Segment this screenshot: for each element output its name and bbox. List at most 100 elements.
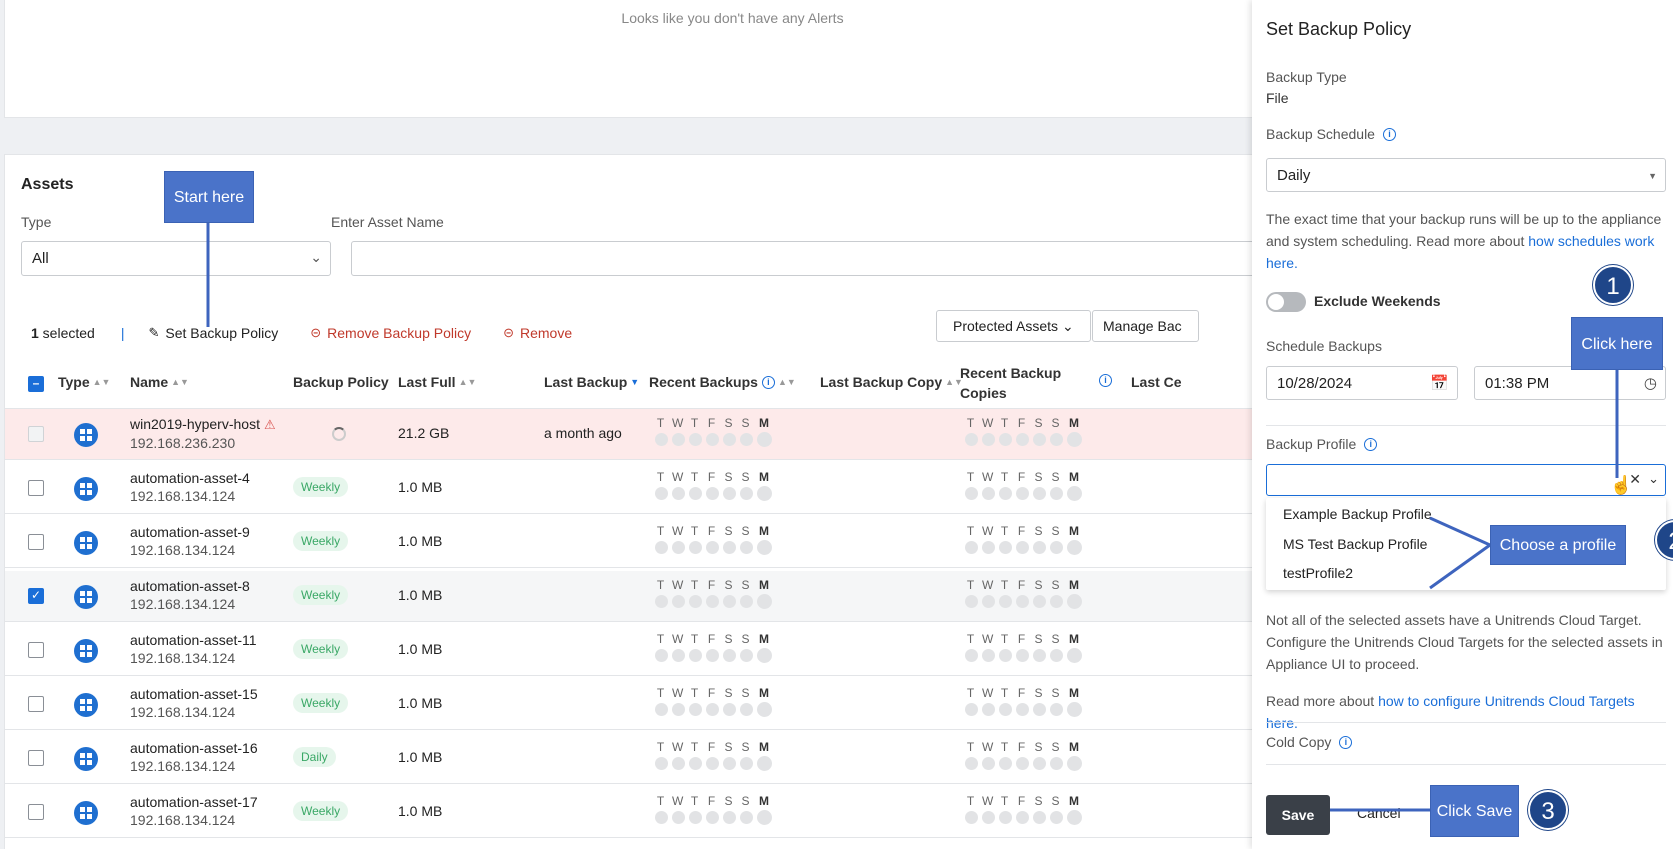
asset-name-cell[interactable]: automation-asset-16 192.168.134.124: [130, 739, 258, 775]
day-letter: T: [690, 524, 699, 538]
day-letter: S: [1034, 632, 1043, 646]
hand-cursor-icon: ☝: [1610, 475, 1633, 495]
day-letter: M: [1069, 470, 1079, 484]
row-checkbox[interactable]: [28, 750, 44, 766]
cancel-button[interactable]: Cancel: [1357, 805, 1401, 821]
day-letter: F: [1017, 740, 1026, 754]
day-letter: F: [1017, 416, 1026, 430]
backup-status-dot: [1033, 811, 1046, 824]
day-letter: M: [1069, 416, 1079, 430]
column-header-last-backup-copy[interactable]: Last Backup Copy ▲▼: [820, 374, 963, 390]
asset-name-cell[interactable]: automation-asset-4 192.168.134.124: [130, 469, 250, 505]
profile-option[interactable]: MS Test Backup Profile: [1283, 536, 1427, 552]
schedule-date-input[interactable]: 10/28/2024 📅: [1266, 366, 1458, 400]
backup-status-dot: [723, 649, 736, 662]
day-letter: S: [724, 686, 733, 700]
row-checkbox[interactable]: [28, 642, 44, 658]
set-backup-policy-button[interactable]: ✎ Set Backup Policy: [148, 325, 278, 341]
divider: [1266, 722, 1666, 723]
profile-option[interactable]: testProfile2: [1283, 565, 1353, 581]
backup-status-dot: [999, 703, 1012, 716]
table-row[interactable]: win2019-hyperv-host ⚠ 192.168.236.230 21.2 …: [5, 409, 1253, 460]
backup-schedule-value: Daily: [1277, 167, 1311, 184]
schedule-time-input[interactable]: 01:38 PM ◷: [1474, 366, 1666, 400]
column-header-name[interactable]: Name ▲▼: [130, 374, 189, 390]
select-all-checkbox[interactable]: –: [28, 376, 44, 392]
info-icon[interactable]: i: [1382, 127, 1396, 141]
day-letter: M: [759, 632, 769, 646]
row-checkbox[interactable]: [28, 696, 44, 712]
remove-backup-policy-button[interactable]: ⊝ Remove Backup Policy: [310, 325, 471, 341]
backup-profile-select[interactable]: ✕ ⌄: [1266, 464, 1666, 496]
backup-status-dot: [757, 594, 772, 609]
backup-status-dot: [723, 595, 736, 608]
column-header-type[interactable]: Type ▲▼: [58, 374, 110, 390]
day-letter: S: [1034, 578, 1043, 592]
type-filter-select[interactable]: All ⌄: [21, 241, 331, 276]
asset-name-cell[interactable]: win2019-hyperv-host ⚠ 192.168.236.230: [130, 415, 276, 452]
day-letter: F: [707, 794, 716, 808]
chevron-down-icon[interactable]: ⌄: [1648, 471, 1659, 487]
asset-name-cell[interactable]: automation-asset-8 192.168.134.124: [130, 577, 250, 613]
day-letter: T: [656, 632, 665, 646]
info-icon[interactable]: i: [1364, 437, 1378, 451]
asset-name-cell[interactable]: automation-asset-15 192.168.134.124: [130, 685, 258, 721]
backup-status-dot: [655, 811, 668, 824]
row-checkbox[interactable]: [28, 480, 44, 496]
table-row[interactable]: automation-asset-17 192.168.134.124 Weekly…: [5, 787, 1253, 838]
day-letter: T: [656, 686, 665, 700]
asset-name-cell[interactable]: automation-asset-9 192.168.134.124: [130, 523, 250, 559]
info-icon[interactable]: i: [1339, 735, 1353, 749]
backup-schedule-label: Backup Schedule i: [1266, 126, 1396, 142]
asset-name-input[interactable]: [351, 241, 1253, 276]
backup-type-label: Backup Type: [1266, 69, 1347, 85]
column-header-last-ce[interactable]: Last Ce: [1131, 374, 1182, 390]
backup-status-dot: [689, 757, 702, 770]
calendar-icon[interactable]: 📅: [1430, 374, 1449, 392]
selected-count: 1 selected: [31, 325, 95, 341]
table-row[interactable]: automation-asset-9 192.168.134.124 Weekly 1…: [5, 517, 1253, 568]
type-filter-label: Type: [21, 214, 52, 230]
column-header-last-full[interactable]: Last Full ▲▼: [398, 374, 476, 390]
remove-button[interactable]: ⊝ Remove: [503, 325, 572, 341]
day-letter: M: [759, 686, 769, 700]
day-letter: T: [966, 524, 975, 538]
asset-toolbar: 1 selected | ✎ Set Backup Policy ⊝ Remov…: [31, 321, 604, 345]
set-backup-policy-panel: Set Backup Policy Backup Type File Backu…: [1252, 0, 1673, 849]
table-row[interactable]: automation-asset-11 192.168.134.124 Weekly…: [5, 625, 1253, 676]
row-checkbox[interactable]: [28, 804, 44, 820]
backup-status-dot: [740, 433, 753, 446]
row-checkbox[interactable]: [28, 534, 44, 550]
backup-status-dot: [999, 541, 1012, 554]
table-row[interactable]: automation-asset-15 192.168.134.124 Weekly…: [5, 679, 1253, 730]
save-button[interactable]: Save: [1266, 795, 1330, 835]
day-letter: T: [1000, 416, 1009, 430]
table-row[interactable]: automation-asset-16 192.168.134.124 Daily 1…: [5, 733, 1253, 784]
backup-status-dot: [1033, 595, 1046, 608]
day-letter: F: [1017, 470, 1026, 484]
protected-assets-button[interactable]: Protected Assets ⌄: [936, 310, 1091, 342]
backup-schedule-select[interactable]: Daily ▼: [1266, 158, 1666, 192]
asset-name-cell[interactable]: automation-asset-17 192.168.134.124: [130, 793, 258, 829]
set-backup-policy-label: Set Backup Policy: [165, 325, 279, 341]
row-checkbox[interactable]: ✓: [28, 588, 44, 604]
exclude-weekends-toggle[interactable]: [1266, 292, 1306, 312]
clock-icon[interactable]: ◷: [1644, 374, 1657, 392]
asset-name-cell[interactable]: automation-asset-11 192.168.134.124: [130, 631, 257, 667]
backup-status-dot: [982, 703, 995, 716]
table-row[interactable]: automation-asset-4 192.168.134.124 Weekly 1…: [5, 463, 1253, 514]
asset-ip: 192.168.134.124: [130, 812, 236, 828]
recent-backup-copies-days: TWTFSSM: [965, 686, 1085, 717]
info-icon[interactable]: i: [1091, 374, 1112, 387]
info-icon: i: [761, 375, 775, 389]
manage-backups-button[interactable]: Manage Bac: [1092, 310, 1199, 342]
column-header-recent-backups[interactable]: Recent Backups i ▲▼: [649, 374, 796, 390]
schedule-backups-label: Schedule Backups: [1266, 338, 1382, 354]
day-letter: S: [1034, 524, 1043, 538]
backup-status-dot: [706, 541, 719, 554]
profile-option[interactable]: Example Backup Profile: [1283, 506, 1432, 522]
asset-name: win2019-hyperv-host: [130, 416, 260, 432]
sort-icon: ▲▼: [92, 377, 111, 387]
column-header-last-backup[interactable]: Last Backup ▼: [544, 374, 639, 390]
table-row[interactable]: ✓ automation-asset-8 192.168.134.124 Weekly…: [5, 571, 1253, 622]
